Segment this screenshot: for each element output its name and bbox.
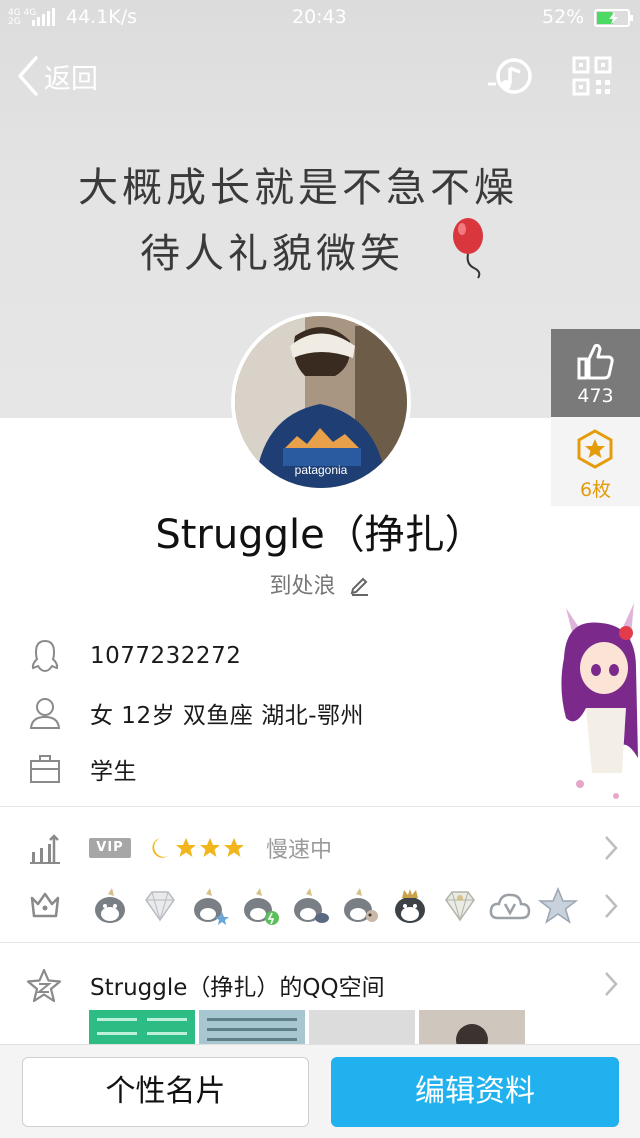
chevron-left-icon [18, 56, 38, 96]
medal-count: 6枚 [579, 479, 612, 501]
battery-icon [594, 9, 633, 27]
status-bar: 4G 4G 2G 44.1K/s 20:43 52% [0, 0, 640, 36]
vip-status: 慢速中 [266, 838, 333, 863]
crown-icon [30, 892, 60, 918]
penguin-star-badge-icon [194, 888, 229, 925]
qzone-photo-thumbnail[interactable] [199, 1010, 305, 1046]
music-note-icon[interactable] [486, 54, 534, 98]
medal-star-icon [577, 429, 613, 469]
qzone-photo-thumbnail[interactable] [89, 1010, 195, 1046]
chevron-right-icon [605, 836, 618, 860]
star-badge-icon [538, 887, 578, 924]
divider [0, 806, 640, 807]
pencil-icon [350, 577, 368, 596]
divider [0, 942, 640, 943]
person-icon [29, 698, 61, 729]
occupation: 学生 [90, 759, 137, 785]
avatar-photo: patagonia [235, 316, 407, 488]
cloud-v-badge-icon [489, 893, 531, 920]
penguin-bolt-badge-icon [244, 888, 279, 925]
penguin-crown-badge-icon [395, 889, 425, 923]
signature-text: 到处浪 [269, 574, 336, 599]
occupation-row[interactable]: 学生 [0, 741, 560, 797]
chevron-right-icon [605, 894, 618, 918]
back-button[interactable]: 返回 [16, 54, 98, 98]
like-count: 473 [577, 385, 614, 407]
penguin-icon [31, 639, 59, 673]
like-button[interactable]: 473 [551, 329, 640, 417]
qq-number: 1077232272 [90, 643, 242, 669]
medal-button[interactable]: 6枚 [551, 417, 640, 506]
chevron-right-icon [605, 972, 618, 996]
profile-card-button[interactable]: 个性名片 [22, 1057, 309, 1127]
basic-info: 女 12岁 双鱼座 湖北-鄂州 [90, 703, 364, 729]
vip-badge: VIP [89, 838, 131, 858]
vip-level-row[interactable]: VIP 慢速中 [0, 820, 640, 876]
thumbs-up-icon [577, 343, 614, 380]
level-chart-icon [30, 834, 60, 864]
qzone-star-icon [26, 968, 62, 1003]
avatar-pendant-decoration[interactable] [556, 598, 640, 804]
clock: 20:43 [292, 6, 347, 28]
network-speed: 44.1K/s [66, 6, 138, 28]
qzone-row[interactable]: Struggle（挣扎）的QQ空间 [0, 956, 640, 1012]
qq-number-row[interactable]: 1077232272 [0, 628, 560, 684]
avatar[interactable]: patagonia [231, 312, 411, 492]
privilege-badges-row[interactable] [0, 876, 640, 934]
qzone-photo-thumbnail[interactable] [419, 1010, 525, 1046]
balloon-icon [453, 218, 483, 279]
diamond-gold-badge-icon [445, 891, 475, 922]
edit-profile-button[interactable]: 编辑资料 [331, 1057, 619, 1127]
qr-code-icon[interactable] [572, 56, 612, 96]
basic-info-row[interactable]: 女 12岁 双鱼座 湖北-鄂州 [0, 685, 560, 741]
qzone-photo-thumbnail[interactable] [309, 1010, 415, 1046]
cover-quote-line2: 待人礼貌微笑 [140, 231, 404, 277]
signature[interactable]: 到处浪 [0, 568, 640, 600]
qzone-title: Struggle（挣扎）的QQ空间 [90, 975, 385, 1001]
vip-level-stars-icon [152, 838, 244, 858]
signal-bars-icon [32, 8, 55, 26]
back-label: 返回 [44, 63, 98, 95]
penguin-whale-badge-icon [294, 888, 329, 923]
nickname: Struggle（挣扎） [155, 512, 485, 558]
penguin-badge-icon [95, 888, 125, 923]
penguin-pet-badge-icon [344, 888, 378, 922]
battery-percent: 52% [542, 6, 585, 28]
cover-quote-line1: 大概成长就是不急不燥 [78, 165, 518, 211]
diamond-badge-icon [145, 891, 175, 922]
svg-text:patagonia: patagonia [295, 463, 348, 477]
bottom-action-bar: 个性名片 编辑资料 [0, 1044, 640, 1138]
briefcase-icon [30, 755, 60, 783]
